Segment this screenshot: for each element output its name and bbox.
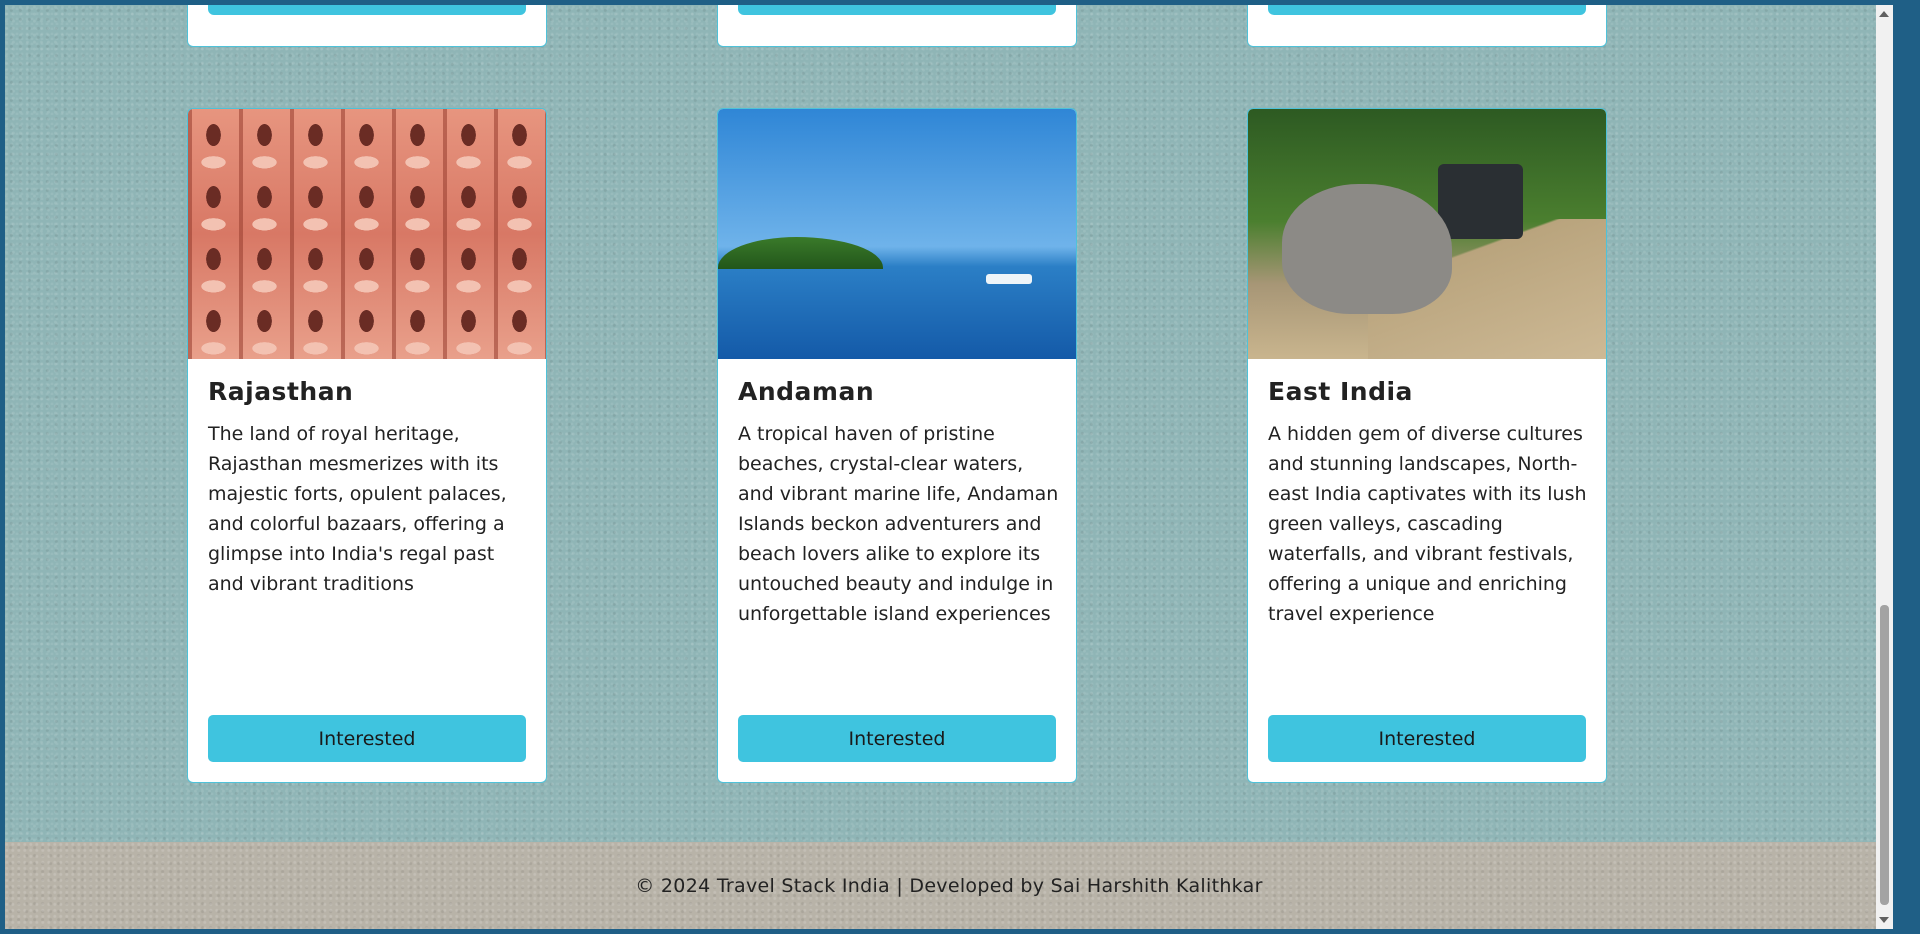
- card-title: Rajasthan: [208, 377, 354, 406]
- card-description: A tropical haven of pristine beaches, cr…: [738, 423, 1059, 625]
- rhino-shape: [1282, 184, 1452, 314]
- interested-button[interactable]: Interested: [738, 715, 1056, 762]
- previous-card-right: [1247, 5, 1607, 47]
- scroll-up-arrow-icon[interactable]: [1879, 11, 1889, 17]
- jeep-shape: [1438, 164, 1523, 239]
- previous-interested-button[interactable]: [208, 5, 526, 15]
- previous-interested-button[interactable]: [1268, 5, 1586, 15]
- previous-card-middle: [717, 5, 1077, 47]
- card-description: The land of royal heritage, Rajasthan me…: [208, 423, 507, 595]
- card-description: A hidden gem of diverse cultures and stu…: [1268, 423, 1587, 625]
- vertical-scrollbar[interactable]: [1876, 5, 1893, 929]
- interested-button[interactable]: Interested: [1268, 715, 1586, 762]
- card-title: Andaman: [738, 377, 875, 406]
- scrollbar-thumb[interactable]: [1880, 605, 1889, 905]
- destination-card-andaman: Andaman A tropical haven of pristine bea…: [717, 108, 1077, 783]
- interested-button[interactable]: Interested: [208, 715, 526, 762]
- destination-card-east-india: East India A hidden gem of diverse cultu…: [1247, 108, 1607, 783]
- previous-interested-button[interactable]: [738, 5, 1056, 15]
- site-footer: © 2024 Travel Stack India | Developed by…: [5, 842, 1893, 929]
- destination-card-rajasthan: Rajasthan The land of royal heritage, Ra…: [187, 108, 547, 783]
- rhino-safari-image: [1248, 109, 1606, 359]
- scroll-down-arrow-icon[interactable]: [1879, 917, 1889, 923]
- palace-facade-image: [188, 109, 546, 359]
- island-shape: [718, 237, 883, 269]
- card-title: East India: [1268, 377, 1413, 406]
- sea-island-image: [718, 109, 1076, 359]
- previous-card-rajasthan-row: [187, 5, 547, 47]
- footer-text: © 2024 Travel Stack India | Developed by…: [635, 874, 1263, 897]
- boat-shape: [986, 274, 1032, 284]
- page-viewport: Rajasthan The land of royal heritage, Ra…: [5, 5, 1893, 929]
